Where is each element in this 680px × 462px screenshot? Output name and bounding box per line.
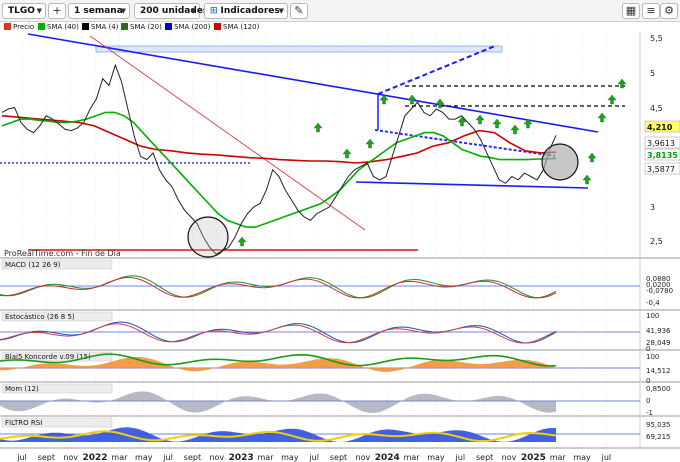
legend-item-sma40[interactable]: SMA (40) xyxy=(38,22,79,32)
panel-axis-label: -0,4 xyxy=(646,299,660,307)
time-tick-label: nov xyxy=(502,453,517,462)
chart-area[interactable]: 5,5 5 4,5 3 2,5 4,210 3,9613 3,8135 3,5877 ProR… xyxy=(0,32,680,462)
chevron-down-icon: ▼ xyxy=(190,7,196,15)
time-axis: jul sept nov 2022 mar may jul sept nov 2023 mar may… xyxy=(16,453,611,462)
legend-item-sma20[interactable]: SMA (20) xyxy=(121,22,162,32)
time-tick-label: 2022 xyxy=(83,453,108,462)
menu-button[interactable]: ≡ xyxy=(642,3,660,19)
time-tick-label: 2024 xyxy=(375,453,400,462)
add-ticker-button[interactable]: + xyxy=(48,3,66,19)
time-tick-label: mar xyxy=(550,453,567,462)
menu-icon: ≡ xyxy=(646,4,656,17)
time-tick-label: nov xyxy=(63,453,78,462)
panel-axis-label: 14,512 xyxy=(646,367,671,375)
time-tick-label: sept xyxy=(184,453,201,462)
price-tick-label: 3 xyxy=(650,203,655,212)
time-tick-label: may xyxy=(573,453,591,462)
ticker-select[interactable]: TLGO ▼ xyxy=(2,3,46,19)
panel-label: Estocástico (26 8 5) xyxy=(5,313,75,321)
calendar-icon: ▦ xyxy=(625,4,637,17)
panel-axis-label: 95,035 xyxy=(646,421,671,429)
price-tag-label: 3,8135 xyxy=(647,151,678,160)
time-tick-label: jul xyxy=(16,453,27,462)
time-tick-label: jul xyxy=(162,453,173,462)
time-tick-label: may xyxy=(281,453,299,462)
legend-item-sma200[interactable]: SMA (200) xyxy=(165,22,210,32)
source-label: ProRealTime.com - Fin de Día xyxy=(4,249,121,258)
legend-item-precio[interactable]: Precio xyxy=(4,22,34,32)
macd-signal xyxy=(0,276,557,299)
gear-icon: ⚙ xyxy=(664,4,674,17)
panel-label: FILTRO RSI xyxy=(5,419,42,427)
price-tags: 4,210 3,9613 3,8135 3,5877 xyxy=(644,120,680,175)
panel-axis-label: -0,0780 xyxy=(646,287,673,295)
panel-axis-label: 0,8500 xyxy=(646,385,671,393)
price-tick-label: 2,5 xyxy=(650,237,663,246)
time-tick-label: 2025 xyxy=(521,453,546,462)
panel-axis-label: 0 xyxy=(646,397,650,405)
time-tick-label: mar xyxy=(404,453,421,462)
chevron-down-icon: ▼ xyxy=(120,7,126,15)
price-tag-label: 3,5877 xyxy=(647,165,675,174)
time-tick-label: jul xyxy=(455,453,466,462)
legend-item-sma120[interactable]: SMA (120) xyxy=(214,22,259,32)
momentum-area xyxy=(0,391,556,413)
price-tag-label: 3,9613 xyxy=(647,139,675,148)
panel-axis-label: 41,936 xyxy=(646,327,671,335)
time-tick-label: 2023 xyxy=(229,453,254,462)
panel-axis-label: 100 xyxy=(646,312,659,320)
legend-bar: Precio SMA (40) SMA (4) SMA (20) SMA (20… xyxy=(0,22,680,32)
price-tick-label: 5 xyxy=(650,69,655,78)
time-tick-label: nov xyxy=(356,453,371,462)
time-tick-label: may xyxy=(427,453,445,462)
panel-axis-label: 69,215 xyxy=(646,433,671,441)
panel-axis-label: 0 xyxy=(646,345,650,353)
units-select[interactable]: 200 unidades ▼ xyxy=(134,3,208,19)
panel-axis-label: 100 xyxy=(646,353,659,361)
price-tag-label: 4,210 xyxy=(647,123,673,132)
time-tick-label: sept xyxy=(330,453,347,462)
time-tick-label: sept xyxy=(38,453,55,462)
time-tick-label: mar xyxy=(111,453,128,462)
toolbar: TLGO ▼ + 1 semana ▼ 200 unidades ▼ ⊞ Indicad… xyxy=(0,0,680,22)
time-tick-label: mar xyxy=(258,453,275,462)
macd-line xyxy=(0,275,557,299)
resistance-zone xyxy=(95,45,503,53)
chevron-down-icon: ▼ xyxy=(36,7,42,15)
plus-icon: + xyxy=(52,4,62,17)
period-select[interactable]: 1 semana ▼ xyxy=(68,3,130,19)
time-tick-label: jul xyxy=(308,453,319,462)
time-tick-label: jul xyxy=(601,453,612,462)
price-panel xyxy=(0,32,640,258)
stoch-d xyxy=(0,323,557,344)
indicators-button[interactable]: ⊞ Indicadores ▼ xyxy=(204,3,288,19)
chevron-down-icon: ▼ xyxy=(278,7,284,15)
price-tick-label: 5,5 xyxy=(650,34,663,43)
price-tick-label: 4,5 xyxy=(650,104,663,113)
circle-recent xyxy=(541,143,579,181)
indicators-icon: ⊞ xyxy=(210,6,218,16)
time-tick-label: nov xyxy=(209,453,224,462)
legend-item-sma4[interactable]: SMA (4) xyxy=(82,22,118,32)
stoch-k xyxy=(0,321,557,344)
panel-label: MACD (12 26 9) xyxy=(5,261,61,269)
indicator-panels: MACD (12 26 9)0,08800,0200-0,0780-0,4Est… xyxy=(0,259,673,442)
panel-axis-label: 0 xyxy=(646,377,650,385)
time-tick-label: may xyxy=(135,453,153,462)
drawing-tools-button[interactable]: ✎ xyxy=(290,3,308,19)
settings-button[interactable]: ⚙ xyxy=(660,3,678,19)
pencil-icon: ✎ xyxy=(294,4,304,17)
panel-label: Mom (12) xyxy=(5,385,39,393)
panel-axis-label: -1 xyxy=(646,409,653,417)
circle-low xyxy=(187,216,229,258)
calendar-button[interactable]: ▦ xyxy=(622,3,640,19)
time-tick-label: sept xyxy=(476,453,493,462)
